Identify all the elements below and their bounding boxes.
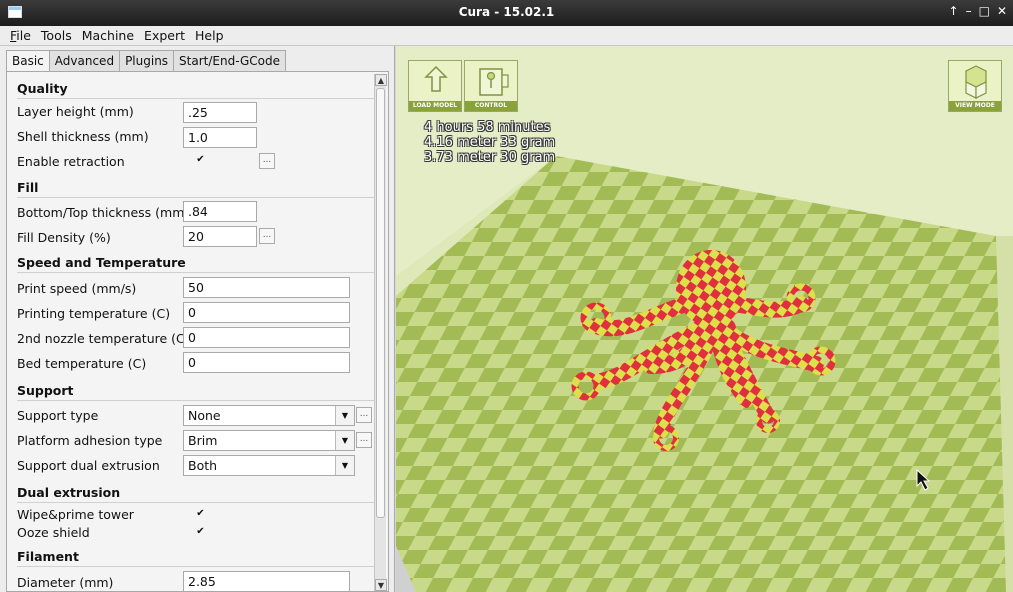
scrollbar-thumb[interactable] — [376, 88, 385, 518]
close-icon[interactable]: ✕ — [997, 4, 1007, 18]
support-dual-extrusion-label: Support dual extrusion — [17, 458, 160, 473]
printing-temperature-label: Printing temperature (C) — [17, 306, 171, 321]
diameter-label: Diameter (mm) — [17, 575, 114, 590]
diameter-input[interactable]: 2.85 — [183, 571, 350, 591]
chevron-down-icon[interactable]: ▼ — [335, 431, 354, 450]
tab-plugins[interactable]: Plugins — [119, 50, 175, 71]
scroll-down-icon[interactable]: ▼ — [375, 579, 387, 591]
bottom-top-thickness-input[interactable]: .84 — [183, 201, 257, 222]
menu-file[interactable]: File — [10, 28, 31, 43]
menu-machine[interactable]: Machine — [82, 28, 134, 43]
adhesion-type-label: Platform adhesion type — [17, 433, 163, 448]
window-title: Cura - 15.02.1 — [458, 5, 555, 19]
view-mode-label: VIEW MODE — [949, 101, 1001, 111]
load-model-button[interactable]: LOAD MODEL — [408, 60, 462, 112]
ooze-shield-label: Ooze shield — [17, 525, 90, 540]
3d-viewport[interactable]: LOAD MODEL CONTROL VIEW MODE 4 hours 58 … — [396, 46, 1013, 592]
tab-advanced[interactable]: Advanced — [48, 50, 121, 71]
basic-settings: Quality Layer height (mm) .25 Shell thic… — [6, 71, 389, 592]
chevron-down-icon[interactable]: ▼ — [335, 456, 354, 475]
view-mode-button[interactable]: VIEW MODE — [948, 60, 1002, 112]
chevron-down-icon[interactable]: ▼ — [335, 406, 354, 425]
title-bar: Cura - 15.02.1 ↑ – □ ✕ — [0, 0, 1013, 26]
view-mode-icon — [965, 65, 987, 99]
enable-retraction-checkbox[interactable]: ✔ — [195, 155, 206, 166]
quality-heading: Quality — [17, 81, 374, 99]
maximize-up-icon[interactable]: ↑ — [949, 4, 959, 18]
support-type-select[interactable]: None ▼ — [183, 405, 355, 426]
bed-temperature-label: Bed temperature (C) — [17, 356, 147, 371]
control-button[interactable]: CONTROL — [464, 60, 518, 112]
bed-temperature-input[interactable]: 0 — [183, 352, 350, 373]
filament-usage-1: 4.16 meter 33 gram — [424, 135, 556, 150]
adhesion-more-button[interactable]: ... — [356, 432, 372, 448]
shell-thickness-label: Shell thickness (mm) — [17, 129, 149, 144]
settings-panel: Basic Advanced Plugins Start/End-GCode Q… — [0, 46, 395, 592]
speed-temperature-heading: Speed and Temperature — [17, 255, 374, 273]
menu-help[interactable]: Help — [195, 28, 224, 43]
bottom-top-thickness-label: Bottom/Top thickness (mm) — [17, 205, 190, 220]
print-stats: 4 hours 58 minutes 4.16 meter 33 gram 3.… — [424, 120, 555, 165]
load-model-label: LOAD MODEL — [409, 101, 461, 111]
menu-expert[interactable]: Expert — [144, 28, 185, 43]
dual-extrusion-heading: Dual extrusion — [17, 485, 374, 503]
print-speed-label: Print speed (mm/s) — [17, 281, 137, 296]
fill-more-button[interactable]: ... — [259, 228, 275, 244]
settings-scrollbar[interactable]: ▲ ▼ — [374, 74, 387, 591]
support-dual-extrusion-value: Both — [188, 458, 218, 473]
support-type-value: None — [188, 408, 221, 423]
tab-basic[interactable]: Basic — [6, 50, 50, 71]
menu-bar: File Tools Machine Expert Help — [0, 26, 1013, 46]
build-plate — [396, 156, 1006, 592]
enable-retraction-label: Enable retraction — [17, 154, 125, 169]
support-dual-extrusion-select[interactable]: Both ▼ — [183, 455, 355, 476]
print-speed-input[interactable]: 50 — [183, 277, 350, 298]
wipe-prime-tower-checkbox[interactable]: ✔ — [195, 509, 206, 520]
support-heading: Support — [17, 383, 374, 401]
support-type-more-button[interactable]: ... — [356, 407, 372, 423]
printing-temperature-input[interactable]: 0 — [183, 302, 350, 323]
layer-height-input[interactable]: .25 — [183, 102, 257, 123]
menu-tools[interactable]: Tools — [41, 28, 72, 43]
filament-usage-2: 3.73 meter 30 gram — [424, 150, 556, 165]
shell-thickness-input[interactable]: 1.0 — [183, 127, 257, 148]
retraction-more-button[interactable]: ... — [259, 153, 275, 169]
tab-start-end-gcode[interactable]: Start/End-GCode — [173, 50, 286, 71]
restore-icon[interactable]: □ — [979, 4, 990, 18]
control-label: CONTROL — [465, 101, 517, 111]
print-time: 4 hours 58 minutes — [424, 120, 551, 135]
window-controls: ↑ – □ ✕ — [949, 4, 1007, 18]
fill-density-input[interactable]: 20 — [183, 226, 257, 247]
layer-height-label: Layer height (mm) — [17, 104, 134, 119]
control-icon — [479, 68, 509, 96]
adhesion-type-select[interactable]: Brim ▼ — [183, 430, 355, 451]
nozzle2-temperature-label: 2nd nozzle temperature (C) — [17, 331, 190, 346]
fill-density-label: Fill Density (%) — [17, 230, 111, 245]
filament-heading: Filament — [17, 549, 374, 567]
fill-heading: Fill — [17, 180, 374, 198]
load-model-icon — [424, 65, 448, 92]
minimize-icon[interactable]: – — [966, 4, 972, 18]
settings-tabs: Basic Advanced Plugins Start/End-GCode — [6, 50, 286, 71]
support-type-label: Support type — [17, 408, 99, 423]
wipe-prime-tower-label: Wipe&prime tower — [17, 507, 134, 522]
ooze-shield-checkbox[interactable]: ✔ — [195, 527, 206, 538]
adhesion-type-value: Brim — [188, 433, 218, 448]
nozzle2-temperature-input[interactable]: 0 — [183, 327, 350, 348]
scroll-up-icon[interactable]: ▲ — [375, 74, 387, 86]
